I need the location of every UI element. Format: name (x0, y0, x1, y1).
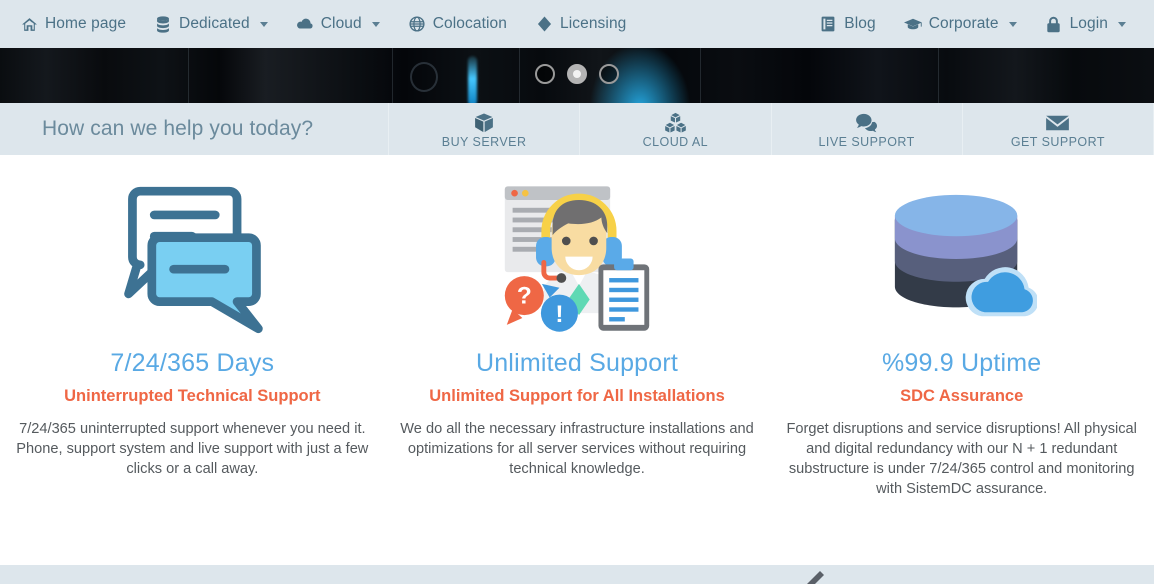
nav-label: Corporate (928, 15, 999, 32)
chevron-down-icon (1118, 21, 1126, 27)
nav-label: Licensing (560, 15, 627, 32)
nav-item-login[interactable]: Login (1031, 0, 1140, 48)
nav-label: Home page (45, 15, 127, 32)
feature-card-uptime-assurance: %99.9 Uptime SDC Assurance Forget disrup… (769, 179, 1154, 568)
nav-item-corporate[interactable]: Corporate (890, 0, 1031, 48)
feature-body: Forget disruptions and service disruptio… (786, 421, 1137, 497)
book-icon (819, 15, 837, 33)
feature-subtitle: Uninterrupted Technical Support (64, 387, 321, 405)
nav-item-licensing[interactable]: Licensing (521, 0, 640, 48)
chevron-down-icon (371, 21, 380, 27)
features-section: 7/24/365 Days Uninterrupted Technical Su… (0, 155, 1154, 568)
nav-label: Colocation (432, 15, 507, 32)
feature-title: %99.9 Uptime (881, 349, 1042, 377)
help-action-label: CLOUD AL (642, 135, 709, 149)
feature-subtitle: SDC Assurance (900, 387, 1024, 405)
nav-item-home-page[interactable]: Home page (6, 0, 140, 48)
diamond-icon (535, 15, 553, 33)
cloud-icon (296, 15, 314, 33)
help-action-buy-server[interactable]: BUY SERVER (388, 103, 579, 155)
help-action-get-support[interactable]: GET SUPPORT (961, 103, 1154, 155)
globe-icon (408, 15, 426, 33)
cube-box-icon (473, 112, 495, 133)
nav-item-colocation[interactable]: Colocation (394, 0, 521, 48)
help-action-live-support[interactable]: LIVE SUPPORT (770, 103, 962, 155)
graduation-cap-icon (903, 15, 922, 33)
help-action-bar: How can we help you today? BUY SERVER CL… (0, 103, 1154, 155)
help-action-label: GET SUPPORT (1010, 135, 1105, 149)
support-agent-illustration: ? ! (497, 179, 657, 339)
top-navigation-bar: Home page Dedicated Cloud Colocation Lic… (0, 0, 1154, 48)
svg-text:?: ? (517, 282, 532, 309)
nav-label: Dedicated (179, 15, 250, 32)
help-action-cloud-al[interactable]: CLOUD AL (579, 103, 770, 155)
nav-item-dedicated[interactable]: Dedicated (140, 0, 282, 48)
chevron-down-icon (259, 21, 268, 27)
feature-body: We do all the necessary infrastructure i… (400, 421, 754, 477)
feature-card-uptime-support: 7/24/365 Days Uninterrupted Technical Su… (0, 179, 385, 568)
database-cloud-illustration (887, 179, 1037, 339)
pencil-icon (807, 571, 824, 584)
feature-card-unlimited-support: ? ! Unlimited Support Unlimited Support … (385, 179, 770, 568)
carousel-dot-3[interactable] (599, 64, 619, 84)
nav-label: Login (1069, 15, 1108, 32)
nav-item-blog[interactable]: Blog (805, 0, 889, 48)
nav-right-group: Blog Corporate Login (805, 0, 1140, 48)
server-stack-icon (154, 15, 172, 33)
next-section-strip (0, 565, 1154, 584)
feature-title: 7/24/365 Days (110, 349, 275, 377)
carousel-dot-2-active[interactable] (567, 64, 587, 84)
carousel-indicators (0, 64, 1154, 84)
help-question-text: How can we help you today? (42, 117, 314, 140)
cubes-icon (664, 112, 687, 133)
carousel-dot-1[interactable] (535, 64, 555, 84)
help-action-label: BUY SERVER (441, 135, 527, 149)
chevron-down-icon (1008, 21, 1017, 27)
lock-icon (1045, 15, 1063, 33)
speech-bubbles-illustration (115, 179, 270, 339)
feature-title: Unlimited Support (475, 349, 679, 377)
feature-body: 7/24/365 uninterrupted support whenever … (16, 421, 369, 477)
nav-left-group: Home page Dedicated Cloud Colocation Lic… (6, 0, 640, 48)
home-icon (20, 15, 38, 33)
nav-label: Cloud (320, 15, 362, 32)
nav-label: Blog (844, 15, 876, 32)
chat-bubbles-icon (855, 112, 879, 133)
feature-subtitle: Unlimited Support for All Installations (429, 387, 725, 405)
help-action-label: LIVE SUPPORT (818, 135, 915, 149)
nav-item-cloud[interactable]: Cloud (282, 0, 394, 48)
envelope-icon (1045, 112, 1070, 133)
svg-text:!: ! (555, 300, 563, 327)
